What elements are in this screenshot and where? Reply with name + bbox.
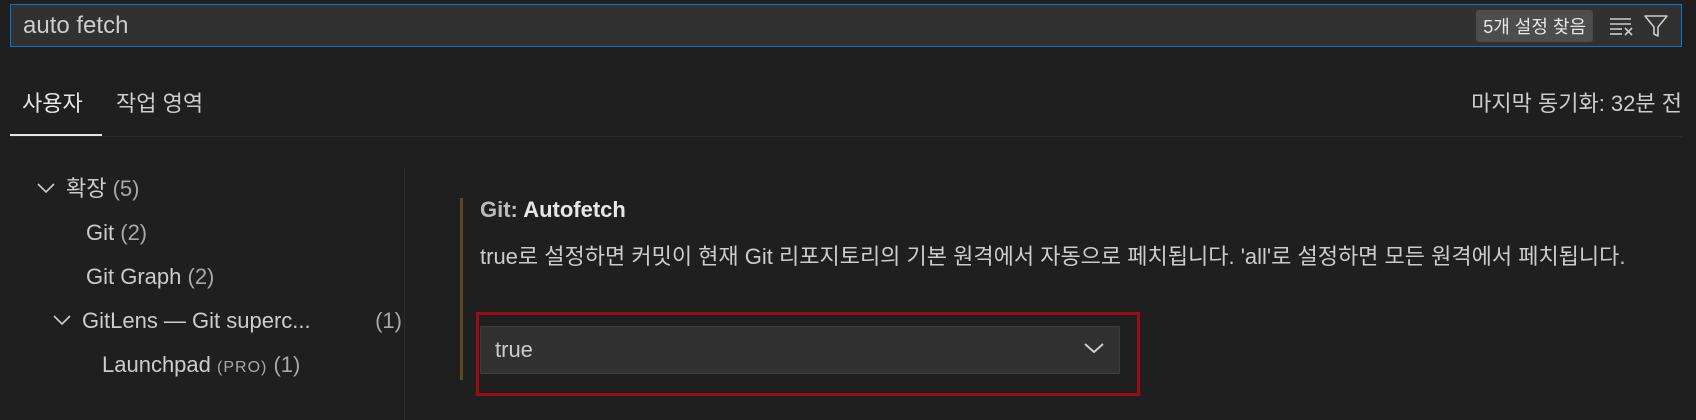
chevron-down-icon [52,300,72,342]
toc-item-label: Git [86,220,115,245]
toc-item-gitlens[interactable]: GitLens — Git superc... (1) [52,300,402,342]
toc-item-count: (2) [187,264,215,289]
toc-item-count: (2) [120,220,148,245]
chevron-down-icon [1083,341,1105,360]
toc-item-label: Git Graph [86,264,182,289]
setting-title: Git: Autofetch [480,190,626,230]
toc-item-label: GitLens — Git superc... [82,308,311,333]
setting-description: true로 설정하면 커밋이 현재 Git 리포지토리의 기본 원격에서 자동으… [480,244,1626,269]
settings-search-input[interactable] [11,4,1477,47]
toc-item-count: (5) [112,176,140,201]
toc-item-count: (1) [273,352,301,377]
tab-workspace-label: 작업 영역 [116,91,204,116]
modified-indicator [460,198,463,380]
setting-name: Autofetch [523,197,626,222]
pro-tag: (PRO) [217,359,268,376]
sync-status: 마지막 동기화: 32분 전 [1471,91,1682,116]
settings-search-bar: 5개 설정 찾음 [10,4,1682,47]
toc-item-extensions[interactable]: 확장 (5) [36,168,140,210]
settings-scope-tabs: 사용자 작업 영역 마지막 동기화: 32분 전 [10,70,1682,137]
setting-category: Git: [480,197,524,222]
toc-item-label: 확장 [66,176,107,201]
autofetch-select[interactable]: true [480,326,1120,374]
toc-item-count: (1) [375,308,402,333]
tab-user[interactable]: 사용자 [10,70,102,136]
clear-filter-icon[interactable] [1605,9,1639,43]
tab-workspace[interactable]: 작업 영역 [116,70,226,136]
toc-item-launchpad[interactable]: Launchpad (PRO) (1) [102,344,300,386]
tab-user-label: 사용자 [22,91,83,116]
toc-item-label: Launchpad [102,352,211,377]
setting-git-autofetch: Git: Autofetch true로 설정하면 커밋이 현재 Git 리포지… [460,190,1660,396]
toc-item-git-graph[interactable]: Git Graph (2) [86,256,214,298]
settings-toc: 확장 (5) Git (2) Git Graph (2) GitLens — G… [0,168,405,420]
search-result-count: 5개 설정 찾음 [1476,9,1593,42]
chevron-down-icon [36,168,56,210]
toc-item-git[interactable]: Git (2) [86,212,147,254]
filter-icon[interactable] [1639,9,1673,43]
select-value: true [495,337,533,362]
